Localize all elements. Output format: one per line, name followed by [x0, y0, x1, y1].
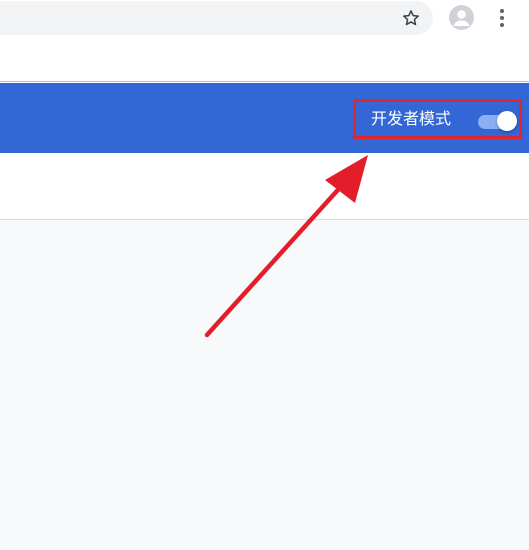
kebab-dot — [500, 16, 504, 20]
star-outline-icon — [403, 10, 419, 26]
developer-mode-toggle[interactable] — [476, 109, 518, 131]
bookmark-star-button[interactable] — [399, 6, 423, 30]
bookmarks-bar — [0, 38, 529, 82]
browser-toolbar — [0, 0, 529, 38]
address-bar[interactable] — [0, 1, 433, 35]
extensions-subtoolbar — [0, 153, 529, 220]
kebab-dot — [500, 23, 504, 27]
account-avatar-icon — [453, 10, 470, 26]
kebab-dot — [500, 9, 504, 13]
developer-mode-highlight: 开发者模式 — [353, 99, 522, 139]
profile-avatar-button[interactable] — [449, 5, 474, 30]
toggle-knob[interactable] — [497, 111, 517, 131]
extensions-content-area — [0, 220, 529, 550]
kebab-menu-button[interactable] — [492, 6, 512, 30]
developer-mode-label: 开发者模式 — [371, 109, 452, 128]
browser-window: 开发者模式 — [0, 0, 529, 550]
